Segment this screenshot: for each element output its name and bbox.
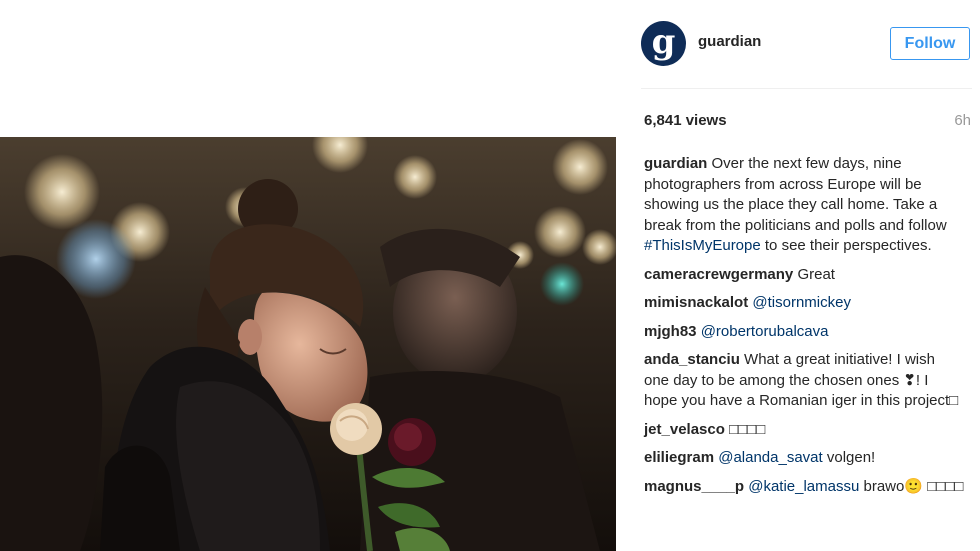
caption-hashtag[interactable]: #ThisIsMyEurope [644,237,761,254]
comments-list: guardian Over the next few days, nine ph… [644,154,964,505]
comment-username[interactable]: jet_velasco [644,421,725,438]
comment-item: magnus____p @katie_lamassu brawo🙂 □□□□ [644,477,964,498]
instagram-post-page: g guardian Follow 6,841 views 6h guardia… [0,0,980,551]
comment-item: cameracrewgermany Great [644,265,964,286]
guardian-g-logo-icon: g [651,22,676,62]
comment-item: anda_stanciu What a great initiative! I … [644,350,964,412]
comment-username[interactable]: anda_stanciu [644,351,740,368]
views-count: 6,841 views [644,112,727,129]
comment-mention[interactable]: @katie_lamassu [748,478,859,495]
post-time[interactable]: 6h [954,112,971,129]
comment-item: eliliegram @alanda_savat volgen! [644,448,964,469]
comment-text: volgen! [826,449,876,466]
comment-username[interactable]: cameracrewgermany [644,266,793,283]
post-photo[interactable] [0,137,616,551]
photo-woman-with-rose [0,137,616,551]
follow-button[interactable]: Follow [890,27,970,60]
comment-item: mjgh83 @robertorubalcava [644,322,964,343]
comment-username[interactable]: magnus____p [644,478,744,495]
comment-mention[interactable]: @robertorubalcava [701,323,829,340]
comment-mention[interactable]: @alanda_savat [718,449,822,466]
comment-username[interactable]: eliliegram [644,449,714,466]
comment-item: mimisnackalot @tisornmickey [644,293,964,314]
avatar[interactable]: g [641,21,686,66]
comment-text: □□□□ [729,420,766,438]
caption-text-end: to see their perspectives. [764,237,932,254]
post-username[interactable]: guardian [698,33,761,50]
comment-text: brawo🙂 □□□□ [863,477,964,495]
header-divider [641,88,972,89]
comment-username[interactable]: mimisnackalot [644,294,748,311]
comment-mention[interactable]: @tisornmickey [752,294,851,311]
comment-text: Great [797,265,835,283]
comment-item: jet_velasco □□□□ [644,420,964,441]
comment-username[interactable]: mjgh83 [644,323,697,340]
caption-username[interactable]: guardian [644,155,707,172]
caption: guardian Over the next few days, nine ph… [644,154,964,257]
post-stats: 6,841 views 6h [644,112,971,132]
post-header: g guardian Follow [641,20,972,66]
